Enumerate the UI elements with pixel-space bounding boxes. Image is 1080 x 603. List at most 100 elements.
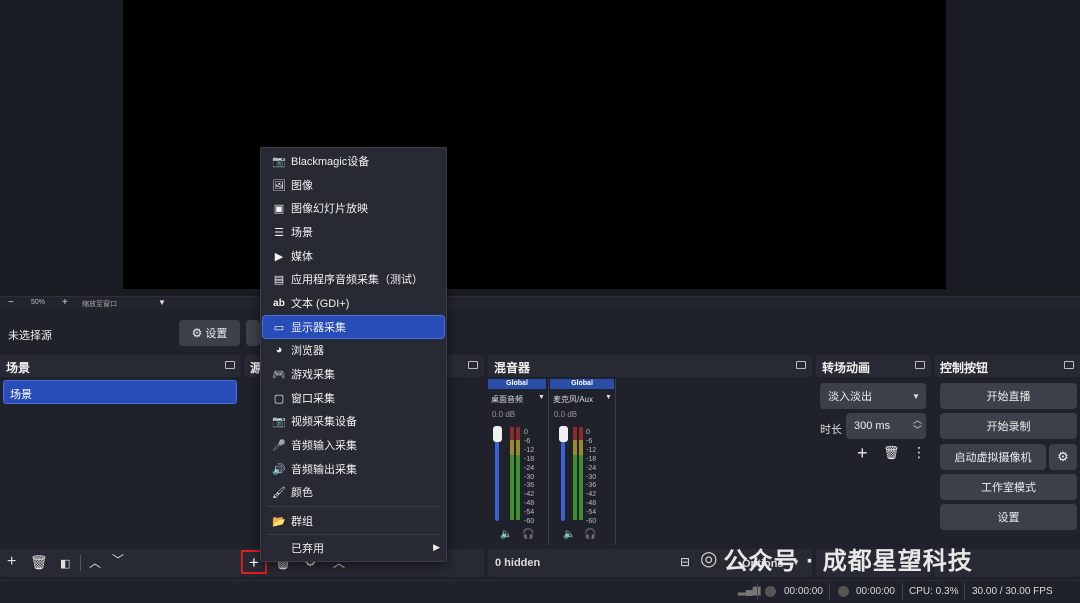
move-down-icon[interactable]: ﹀ — [112, 553, 124, 567]
zoom-level: 50% — [31, 299, 46, 306]
volume-slider[interactable] — [561, 433, 565, 521]
menu-item-window-capture[interactable]: ▢ 窗口采集 — [263, 387, 444, 409]
dock-float-icon[interactable] — [796, 361, 806, 369]
menu-item-slideshow[interactable]: ▣ 图像幻灯片放映 — [263, 197, 444, 219]
source-filters-button[interactable] — [246, 320, 260, 346]
divider — [964, 583, 965, 600]
globe-icon: ◕ — [275, 344, 283, 356]
channel-divider — [548, 379, 549, 545]
volume-slider-handle[interactable] — [493, 426, 502, 442]
menu-item-group[interactable]: 📂 群组 — [263, 510, 444, 532]
move-up-icon[interactable]: ︿ — [89, 556, 101, 570]
dock-float-icon[interactable] — [915, 361, 925, 369]
toolbar-divider — [80, 555, 81, 571]
watermark: ◎ 公众号 · 成都星望科技 — [700, 543, 973, 575]
menu-item-text[interactable]: ab 文本 (GDI+) — [263, 292, 444, 314]
dock-float-icon[interactable] — [1064, 361, 1074, 369]
volume-slider-handle[interactable] — [559, 426, 568, 442]
source-settings-label: 设置 — [205, 328, 228, 340]
chevron-down-icon[interactable]: ▼ — [912, 392, 920, 401]
start-stream-button[interactable]: 开始直播 — [940, 383, 1077, 409]
layout-icon[interactable]: ⊟ — [680, 555, 690, 569]
meter-scale: 0 -6 -12 -18 -24 -30 -36 -42 -48 -54 -60 — [586, 429, 597, 526]
scenes-dock: 场景 场景 + 🗑 ◧ ︿ ﹀ — [0, 355, 241, 577]
trash-icon[interactable]: 🗑 — [30, 555, 48, 569]
slideshow-icon: ▣ — [273, 202, 285, 215]
virtual-camera-button[interactable]: 启动虚拟摄像机 — [940, 444, 1046, 470]
preview-mode-select[interactable]: 缩放至窗口 — [82, 299, 117, 309]
channel-name[interactable]: 桌面音频 — [491, 394, 523, 405]
microphone-icon: 🎤 — [272, 439, 286, 452]
duration-value: 300 ms — [854, 420, 891, 432]
dock-float-icon[interactable] — [468, 361, 478, 369]
source-settings-button[interactable]: ⚙ 设置 — [179, 320, 240, 346]
transition-type-label: 淡入淡出 — [828, 391, 872, 403]
camera-icon: 📷 — [272, 155, 286, 168]
scene-item[interactable]: 场景 — [3, 380, 237, 404]
dock-float-icon[interactable] — [225, 361, 235, 369]
menu-item-browser[interactable]: ◕ 浏览器 — [263, 339, 444, 361]
scenes-title: 场景 — [6, 361, 31, 375]
plus-icon: + — [249, 552, 259, 572]
no-source-label: 未选择源 — [8, 330, 52, 342]
menu-item-display-capture[interactable]: ▭ 显示器采集 — [262, 315, 445, 339]
gamepad-icon: 🎮 — [272, 368, 286, 381]
scene-item-label: 场景 — [10, 389, 32, 401]
source-toolbar: 未选择源 ⚙ 设置 — [0, 310, 1080, 354]
menu-item-blackmagic[interactable]: 📷 Blackmagic设备 — [263, 150, 444, 172]
add-scene-icon[interactable]: + — [7, 554, 16, 570]
channel-name[interactable]: 麦克风/Aux — [553, 394, 593, 405]
mixer-channel: Global 麦克风/Aux ▼ 0.0 dB 0 -6 -12 -18 -24 -30-… — [550, 377, 616, 547]
menu-item-app-audio[interactable]: ▤ 应用程序音频采集（测试） — [263, 268, 444, 290]
mixer-title: 混音器 — [494, 361, 531, 375]
brush-icon: 🖌 — [272, 486, 286, 499]
trash-icon[interactable]: 🗑 — [883, 445, 900, 461]
zoom-out-button[interactable]: − — [8, 297, 14, 308]
settings-button[interactable]: 设置 — [940, 504, 1077, 530]
menu-item-color[interactable]: 🖌 颜色 — [263, 481, 444, 503]
transition-type-select[interactable]: 淡入淡出 — [820, 383, 926, 409]
stepper-down-icon[interactable]: ﹀ — [913, 423, 922, 436]
transitions-title: 转场动画 — [822, 361, 871, 375]
zoom-in-button[interactable]: + — [62, 297, 68, 308]
controls-title: 控制按钮 — [940, 361, 989, 375]
stream-time: 00:00:00 — [784, 586, 823, 597]
menu-item-deprecated[interactable]: 已弃用 ▶ — [263, 537, 444, 559]
studio-mode-button[interactable]: 工作室模式 — [940, 474, 1077, 500]
channel-db: 0.0 dB — [554, 410, 578, 419]
record-time: 00:00:00 — [856, 586, 895, 597]
menu-item-media[interactable]: ▶ 媒体 — [263, 245, 444, 267]
headphone-icon[interactable]: 🎧 — [584, 529, 596, 540]
filter-icon[interactable]: ◧ — [60, 557, 70, 571]
headphone-icon[interactable]: 🎧 — [522, 529, 534, 540]
preview-canvas[interactable] — [123, 0, 946, 289]
virtual-camera-settings-button[interactable]: ⚙ — [1049, 444, 1077, 470]
menu-separator — [267, 506, 440, 507]
menu-item-audio-output[interactable]: 🔊 音频输出采集 — [263, 458, 444, 480]
more-icon[interactable]: ⋮ — [912, 444, 926, 461]
speaker-icon[interactable]: 🔈 — [500, 529, 512, 540]
volume-slider[interactable] — [495, 433, 499, 521]
hidden-count: 0 hidden — [495, 557, 541, 569]
menu-item-image[interactable]: 🖼 图像 — [263, 174, 444, 196]
duration-label: 时长 — [820, 424, 842, 436]
menu-separator — [267, 534, 440, 535]
gear-icon: ⚙ — [1057, 449, 1069, 464]
app-audio-icon: ▤ — [273, 273, 285, 286]
divider — [757, 583, 758, 600]
fps-readout: 30.00 / 30.00 FPS — [972, 586, 1053, 597]
chevron-down-icon[interactable]: ▼ — [538, 394, 545, 401]
menu-item-game-capture[interactable]: 🎮 游戏采集 — [263, 363, 444, 385]
speaker-icon[interactable]: 🔈 — [563, 529, 575, 540]
stream-status-dot-icon — [765, 586, 776, 597]
chevron-down-icon[interactable]: ▼ — [605, 394, 612, 401]
window-icon: ▢ — [273, 392, 285, 405]
add-transition-icon[interactable]: + — [857, 443, 868, 464]
speaker-icon: 🔊 — [272, 463, 286, 476]
menu-item-scene[interactable]: ☰ 场景 — [263, 221, 444, 243]
camera-icon: 📷 — [272, 415, 286, 428]
menu-item-audio-input[interactable]: 🎤 音频输入采集 — [263, 434, 444, 456]
watermark-text: 公众号 · 成都星望科技 — [723, 547, 973, 575]
menu-item-video-capture[interactable]: 📷 视频采集设备 — [263, 410, 444, 432]
start-record-button[interactable]: 开始录制 — [940, 413, 1077, 439]
